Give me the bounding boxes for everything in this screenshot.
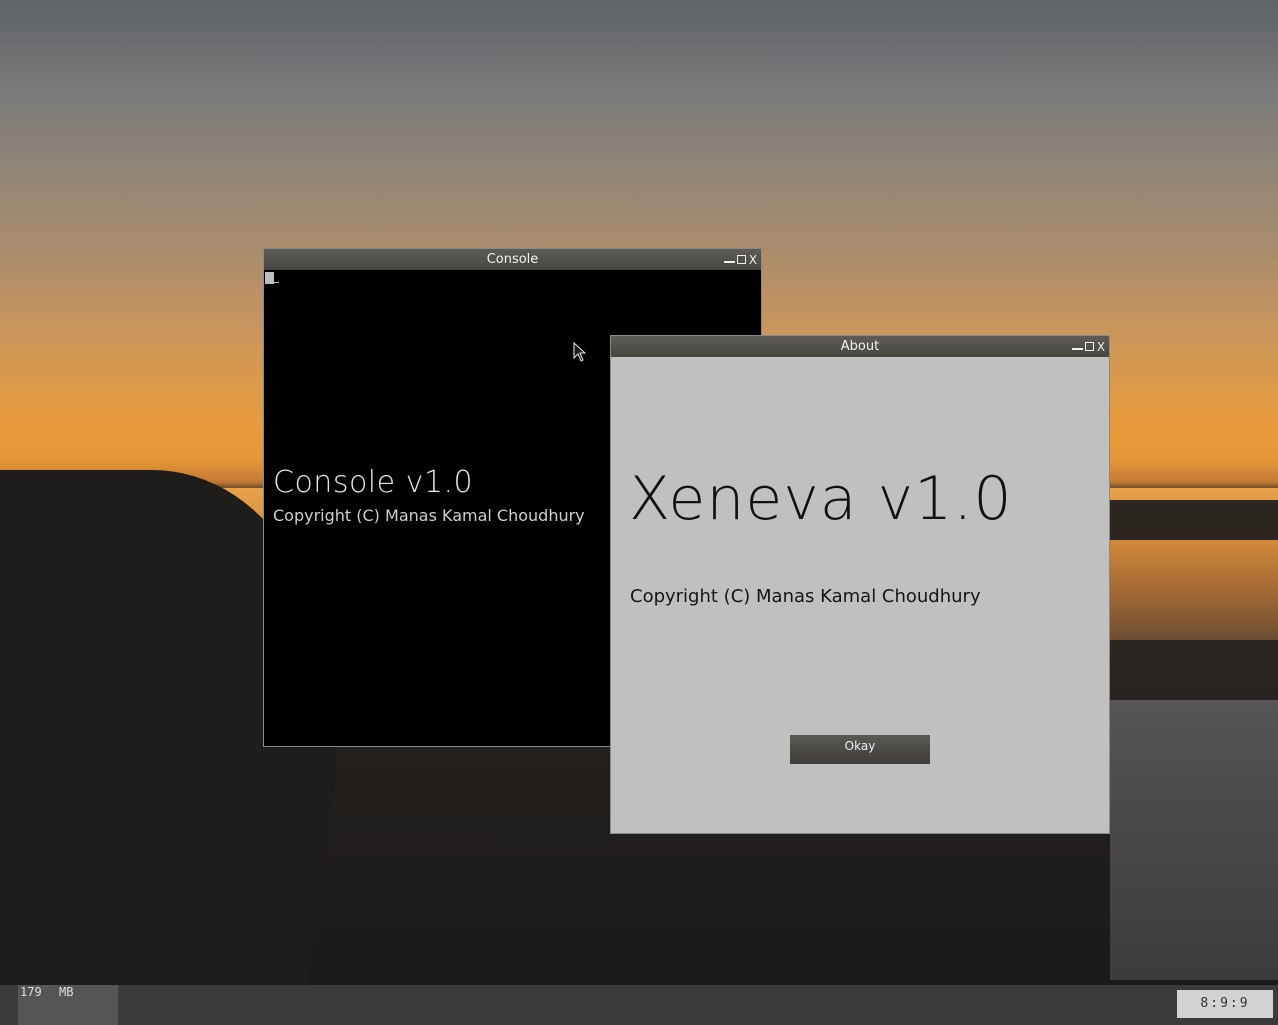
- mouse-pointer-icon: [573, 342, 587, 362]
- clock[interactable]: 8:9:9: [1177, 990, 1273, 1018]
- maximize-icon[interactable]: [737, 255, 746, 264]
- okay-button[interactable]: Okay: [790, 735, 930, 764]
- close-icon[interactable]: X: [1096, 341, 1106, 353]
- console-window-title: Console: [486, 252, 539, 267]
- taskbar: 179 MB 8:9:9: [0, 985, 1278, 1025]
- desktop: Console X Console v1.0 Copyright (C) Man…: [0, 0, 1278, 1025]
- minimize-icon[interactable]: [1072, 342, 1083, 352]
- close-icon[interactable]: X: [748, 254, 758, 266]
- about-window-controls: X: [1072, 336, 1106, 357]
- about-copyright: Copyright (C) Manas Kamal Choudhury: [630, 586, 981, 607]
- about-window-title: About: [840, 339, 880, 354]
- about-window[interactable]: About X Xeneva v1.0 Copyright (C) Manas …: [610, 335, 1110, 834]
- memory-unit: MB: [59, 985, 74, 999]
- text-cursor-icon: [265, 272, 274, 284]
- wallpaper-reflection: [1110, 700, 1278, 980]
- memory-value: 179: [20, 985, 42, 999]
- console-titlebar[interactable]: Console X: [264, 249, 761, 270]
- about-content: Xeneva v1.0 Copyright (C) Manas Kamal Ch…: [611, 357, 1109, 833]
- console-window-controls: X: [724, 249, 758, 270]
- console-copyright: Copyright (C) Manas Kamal Choudhury: [273, 506, 585, 525]
- about-titlebar[interactable]: About X: [611, 336, 1109, 357]
- text-cursor-underscore: [274, 282, 279, 283]
- memory-usage-widget: 179 MB: [18, 985, 118, 1025]
- about-heading: Xeneva v1.0: [629, 464, 1013, 534]
- maximize-icon[interactable]: [1085, 342, 1094, 351]
- console-heading: Console v1.0: [273, 465, 474, 500]
- minimize-icon[interactable]: [724, 255, 735, 265]
